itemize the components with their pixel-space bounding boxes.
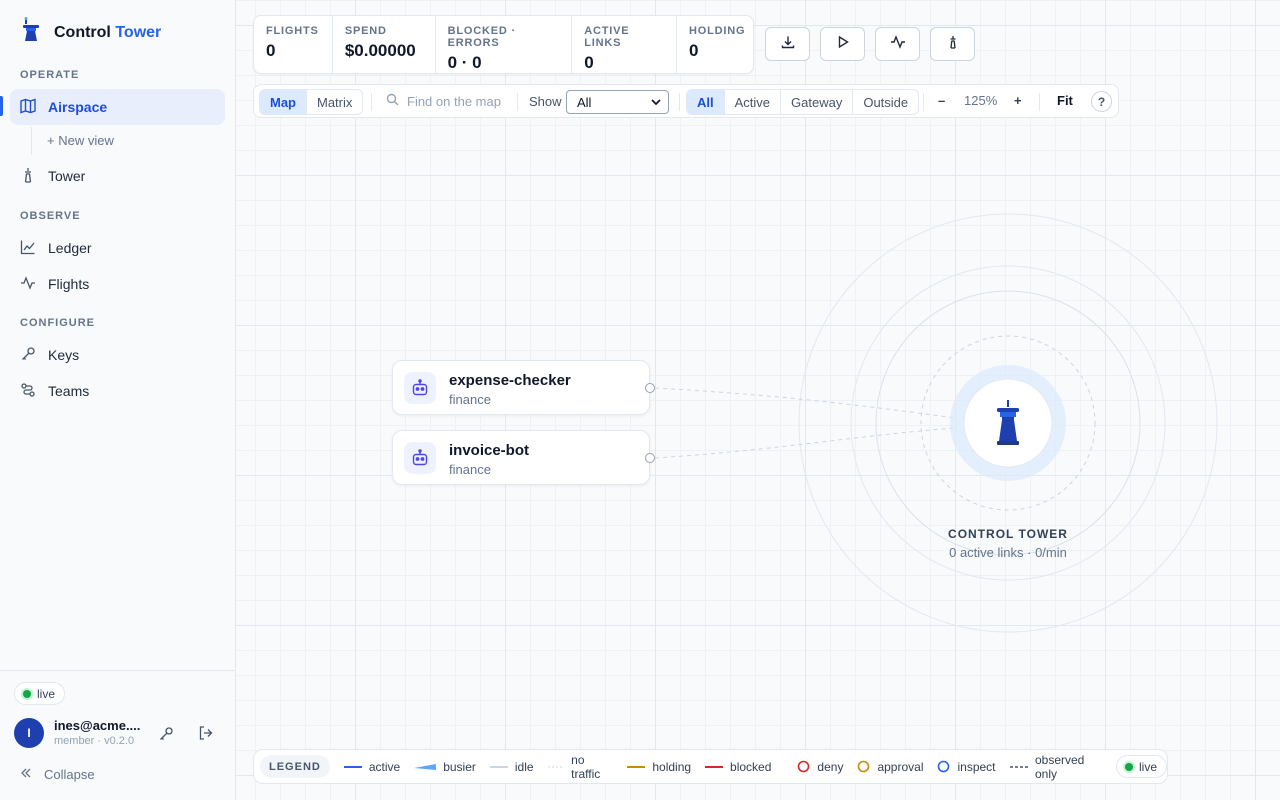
- divider: [679, 93, 680, 111]
- legend-label: active: [368, 759, 401, 774]
- play-icon: [836, 35, 850, 54]
- line-swatch-icon: [343, 765, 362, 768]
- play-button[interactable]: [820, 27, 865, 61]
- legend-label: idle: [514, 759, 534, 774]
- stat-active-links: ACTIVE LINKS 0: [572, 16, 677, 73]
- search-icon: [386, 93, 399, 109]
- stat-value: 0: [689, 41, 699, 60]
- robot-icon: [404, 442, 436, 474]
- show-label: Show: [529, 94, 562, 109]
- line-swatch-icon: [627, 765, 646, 768]
- legend-item-observed-only: observed only: [1009, 752, 1104, 781]
- zoom-out-button[interactable]: –: [938, 93, 945, 108]
- filter-gateway[interactable]: Gateway: [781, 90, 854, 114]
- tower-icon: [946, 35, 960, 54]
- legend-item-holding: holding: [627, 760, 691, 774]
- zoom-level: 125%: [964, 93, 998, 108]
- control-tower-icon[interactable]: [990, 399, 1026, 452]
- dashed-swatch-icon: [1009, 765, 1028, 768]
- tower-subtitle: 0 active links · 0/min: [949, 545, 1067, 560]
- stat-value: $0.00000: [344, 41, 416, 60]
- legend-live-badge: live: [1115, 755, 1167, 778]
- legend-title: LEGEND: [260, 755, 330, 778]
- view-toggle: Map Matrix: [259, 89, 364, 115]
- legend-label: holding: [652, 759, 692, 774]
- robot-icon: [404, 372, 436, 404]
- legend-item-deny: deny: [797, 760, 843, 774]
- agent-port[interactable]: [645, 383, 655, 393]
- stats-bar: FLIGHTS 0 SPEND $0.00000 BLOCKED · ERROR…: [253, 15, 754, 74]
- ring-swatch-icon: [858, 760, 870, 773]
- divider: [923, 93, 924, 111]
- agent-team: finance: [449, 392, 491, 407]
- legend-label: observed only: [1034, 752, 1085, 781]
- ring-swatch-icon: [938, 760, 950, 773]
- dashed-swatch-icon: [547, 766, 565, 767]
- tab-matrix[interactable]: Matrix: [307, 90, 362, 114]
- stat-value: 0: [266, 41, 276, 60]
- agent-port[interactable]: [645, 453, 655, 463]
- legend-item-blocked: blocked: [705, 760, 771, 774]
- agent-team: finance: [449, 462, 491, 477]
- line-swatch-icon: [489, 765, 508, 768]
- live-dot-icon: [1124, 762, 1133, 771]
- legend-item-inspect: inspect: [937, 759, 996, 774]
- legend-label: blocked: [730, 759, 772, 774]
- agent-name: expense-checker: [449, 372, 571, 389]
- legend-item-approval: approval: [857, 760, 923, 774]
- stat-value: 0 · 0: [447, 53, 482, 72]
- fit-button[interactable]: Fit: [1057, 93, 1073, 108]
- live-label: live: [1138, 759, 1157, 774]
- legend-label: deny: [817, 759, 844, 774]
- stat-spend: SPEND $0.00000: [333, 16, 436, 73]
- agent-name: invoice-bot: [449, 442, 530, 459]
- filter-all[interactable]: All: [687, 90, 725, 114]
- tower-button[interactable]: [930, 27, 975, 61]
- legend-label: inspect: [957, 759, 996, 774]
- ring-swatch-icon: [798, 760, 810, 773]
- show-select-value: All: [577, 94, 592, 110]
- stat-label: FLIGHTS: [266, 25, 319, 37]
- legend: LEGEND active busier idle no traffic hol…: [253, 749, 1168, 784]
- zoom-in-button[interactable]: +: [1014, 93, 1022, 108]
- download-icon: [781, 35, 795, 54]
- legend-label: approval: [877, 759, 924, 774]
- filter-active[interactable]: Active: [725, 90, 782, 114]
- stat-blocked-errors: BLOCKED · ERRORS 0 · 0: [436, 16, 573, 73]
- legend-item-idle: idle: [489, 759, 534, 774]
- tower-label: CONTROL TOWER: [948, 527, 1068, 541]
- wedge-swatch-icon: [414, 763, 437, 770]
- activity-icon: [890, 34, 906, 54]
- legend-item-busier: busier: [414, 760, 476, 774]
- stat-label: SPEND: [344, 25, 387, 37]
- show-select[interactable]: All: [566, 90, 669, 114]
- agent-card[interactable]: expense-checker finance: [392, 360, 650, 415]
- stat-label: HOLDING: [689, 25, 746, 37]
- traffic-filter: All Active Gateway Outside: [686, 89, 920, 115]
- divider: [1039, 93, 1040, 111]
- legend-label: no traffic: [571, 752, 601, 781]
- legend-label: busier: [443, 759, 476, 774]
- download-button[interactable]: [765, 27, 810, 61]
- stat-holding: HOLDING 0: [677, 16, 753, 73]
- line-swatch-icon: [705, 765, 724, 768]
- stat-value: 0: [584, 53, 594, 72]
- filter-outside[interactable]: Outside: [853, 90, 918, 114]
- stat-label: BLOCKED · ERRORS: [447, 25, 516, 49]
- search-input[interactable]: Find on the map: [407, 94, 501, 109]
- tab-map[interactable]: Map: [260, 90, 307, 114]
- legend-item-no-traffic: no traffic: [547, 752, 614, 781]
- legend-item-active: active: [343, 759, 401, 774]
- map-toolbar: Map Matrix Find on the map Show All All …: [253, 84, 1119, 118]
- search-field[interactable]: Find on the map: [386, 93, 501, 109]
- agent-card[interactable]: invoice-bot finance: [392, 430, 650, 485]
- stat-label: ACTIVE LINKS: [584, 25, 630, 49]
- help-button[interactable]: ?: [1091, 91, 1112, 112]
- divider: [517, 93, 518, 111]
- chevron-down-icon: [650, 95, 662, 112]
- activity-button[interactable]: [875, 27, 920, 61]
- stat-flights: FLIGHTS 0: [254, 16, 333, 73]
- divider: [371, 93, 372, 111]
